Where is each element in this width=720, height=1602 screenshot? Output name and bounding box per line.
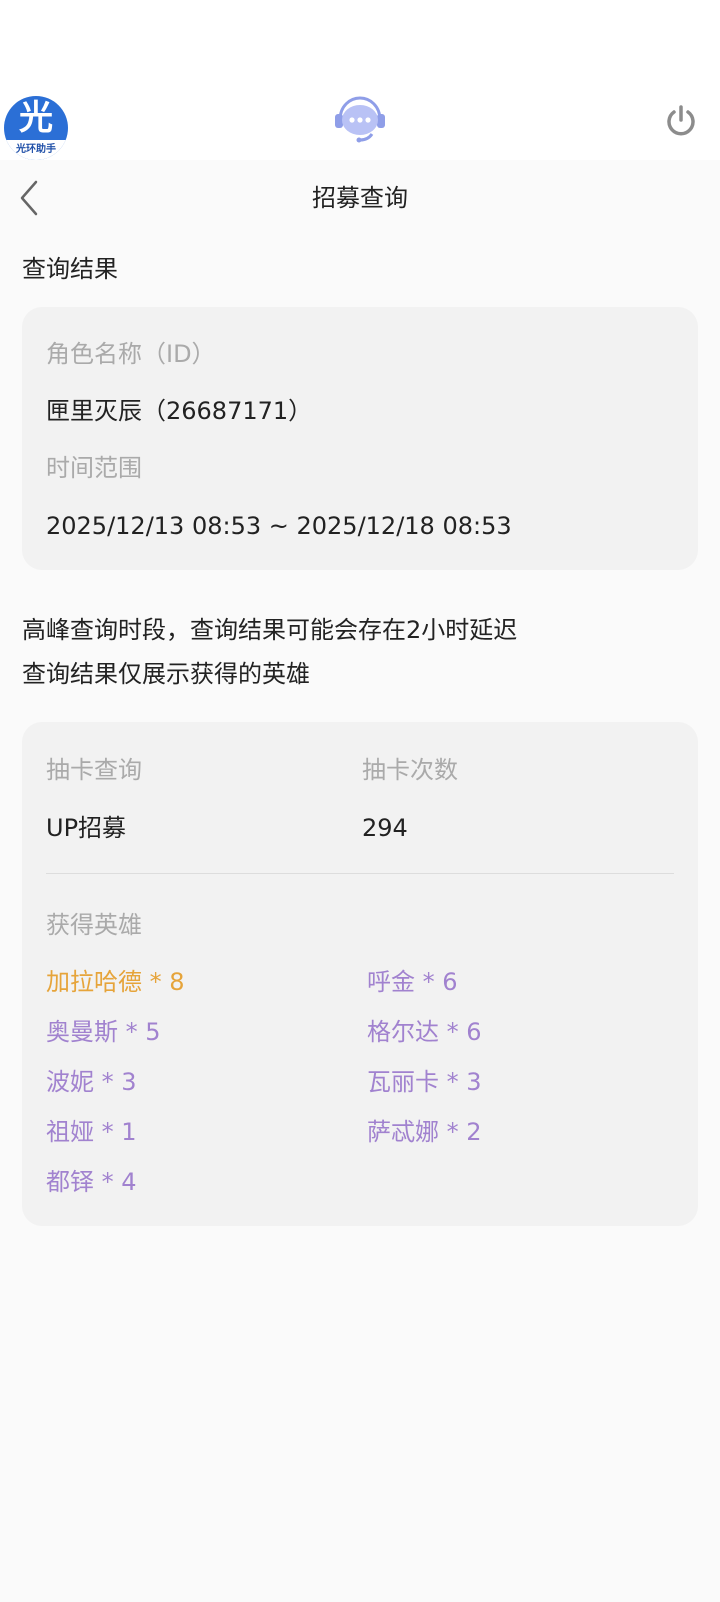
role-label: 角色名称（ID） (46, 340, 216, 368)
heroes-label: 获得英雄 (46, 911, 142, 939)
app-logo[interactable]: 光 光环助手 (4, 96, 68, 160)
divider (46, 873, 674, 874)
hero-item: 波妮 * 3 (46, 1068, 137, 1096)
draw-type-label: 抽卡查询 (46, 756, 142, 784)
hero-item: 瓦丽卡 * 3 (367, 1068, 482, 1096)
hero-item: 加拉哈德 * 8 (46, 968, 185, 996)
hero-item: 格尔达 * 6 (367, 1018, 482, 1046)
power-icon[interactable] (664, 104, 698, 138)
draw-type-value: UP招募 (46, 814, 127, 842)
hero-item: 都铎 * 4 (46, 1168, 137, 1196)
hero-item: 萨忒娜 * 2 (367, 1118, 482, 1146)
page-title: 招募查询 (312, 184, 408, 212)
nav-bar: 招募查询 (0, 160, 720, 236)
time-range-value: 2025/12/13 08:53 ~ 2025/12/18 08:53 (46, 512, 512, 540)
chat-bubble-icon[interactable] (332, 94, 388, 146)
notice-line: 查询结果仅展示获得的英雄 (22, 660, 310, 688)
draw-count-label: 抽卡次数 (362, 756, 458, 784)
logo-text: 光环助手 (4, 140, 68, 160)
hero-item: 奥曼斯 * 5 (46, 1018, 161, 1046)
hero-item: 祖娅 * 1 (46, 1118, 137, 1146)
notice-text: 高峰查询时段，查询结果可能会存在2小时延迟 查询结果仅展示获得的英雄 (22, 608, 517, 696)
role-value: 匣里灭辰（26687171） (46, 397, 313, 425)
notice-line: 高峰查询时段，查询结果可能会存在2小时延迟 (22, 616, 518, 644)
query-info-card: 角色名称（ID） 匣里灭辰（26687171） 时间范围 2025/12/13 … (22, 307, 698, 570)
section-title: 查询结果 (22, 255, 118, 283)
time-range-label: 时间范围 (46, 454, 142, 482)
hero-item: 呼金 * 6 (367, 968, 458, 996)
results-card: 抽卡查询 抽卡次数 UP招募 294 获得英雄 加拉哈德 * 8 呼金 * 6 … (22, 722, 698, 1226)
draw-count-value: 294 (362, 814, 408, 842)
top-bar: 光 光环助手 (0, 0, 720, 160)
logo-glyph: 光 (19, 98, 53, 138)
